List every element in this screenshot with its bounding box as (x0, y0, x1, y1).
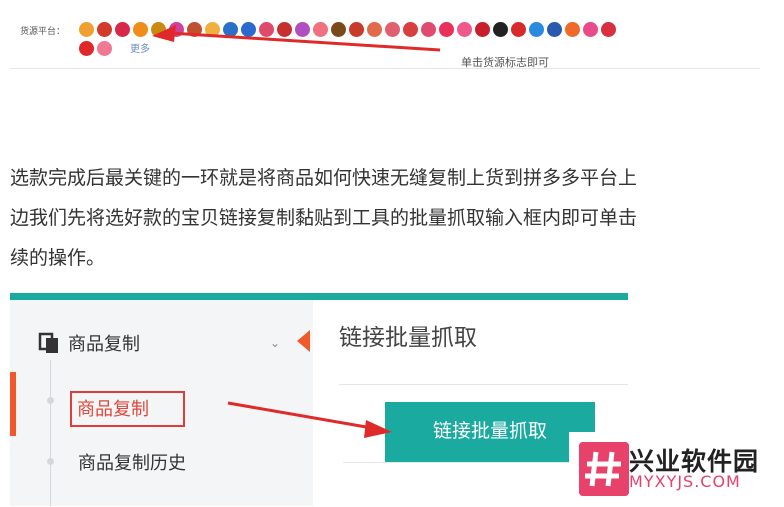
sidebar-item-copy-history[interactable]: 商品复制历史 (78, 449, 186, 475)
sidebar: 商品复制 ⌄ 商品复制 商品复制历史 (10, 300, 313, 506)
header-bar (10, 293, 628, 300)
paragraph-line-1: 选款完成后最关键的一环就是将商品如何快速无缝复制上货到拼多多平台上 (10, 167, 638, 189)
tree-dot (47, 458, 54, 465)
taobao-t-icon[interactable] (97, 22, 112, 37)
red-b-icon[interactable] (511, 22, 526, 37)
pink-circle-icon[interactable] (97, 41, 112, 56)
divider (10, 68, 760, 69)
wholesale-icon[interactable] (277, 22, 292, 37)
active-indicator (10, 372, 16, 436)
coffee-icon[interactable] (331, 22, 346, 37)
jd-icon[interactable] (133, 22, 148, 37)
dark-red-icon[interactable] (475, 22, 490, 37)
orange-icon[interactable] (565, 22, 580, 37)
sidebar-item-product-copy[interactable]: 商品复制 (70, 391, 185, 427)
sidebar-item-label: 商品复制 (77, 399, 149, 420)
divider (339, 384, 628, 385)
source-icon-row-2 (79, 41, 112, 61)
page-title: 链接批量抓取 (339, 325, 477, 351)
dangdang-icon[interactable] (169, 22, 184, 37)
flower-icon[interactable] (457, 22, 472, 37)
vip-icon[interactable] (115, 22, 130, 37)
source-label: 货源平台： (20, 27, 66, 37)
tree-line (50, 360, 51, 506)
blue-icon[interactable] (529, 22, 544, 37)
chevron-down-icon[interactable]: ⌄ (270, 336, 280, 350)
red-icon[interactable] (601, 22, 616, 37)
sidebar-menu-label: 商品复制 (68, 334, 140, 355)
hash-logo-icon (579, 442, 629, 496)
tmall-icon[interactable] (79, 22, 94, 37)
cart-icon[interactable] (385, 22, 400, 37)
suning-icon[interactable] (151, 22, 166, 37)
mall-icon[interactable] (349, 22, 364, 37)
store-17-icon[interactable] (187, 22, 202, 37)
black-icon[interactable] (493, 22, 508, 37)
paragraph-line-3: 续的操作。 (10, 247, 106, 269)
sidebar-menu-product-copy[interactable]: 商品复制 (38, 330, 140, 356)
tree-dot (47, 397, 54, 404)
watermark: 兴业软件园 MYXYJS.COM (569, 432, 784, 506)
source-icon-row-1 (79, 22, 616, 42)
source-strip: 货源平台： 更多 单击货源标志即可 (0, 0, 784, 70)
heart-icon[interactable] (439, 22, 454, 37)
yhd-icon[interactable] (313, 22, 328, 37)
collapse-arrow-icon[interactable] (297, 330, 310, 352)
red-circle-icon[interactable] (79, 41, 94, 56)
red-mall-icon[interactable] (403, 22, 418, 37)
embedded-screenshot: 商品复制 ⌄ 商品复制 商品复制历史 链接批量抓取 链接批量抓取 (10, 293, 628, 507)
navy-icon[interactable] (547, 22, 562, 37)
pink-icon[interactable] (583, 22, 598, 37)
copy-document-icon (38, 332, 58, 353)
mogu-icon[interactable] (205, 22, 220, 37)
watermark-url: MYXYJS.COM (629, 472, 741, 491)
amazon-icon[interactable] (223, 22, 238, 37)
orange-mall-icon[interactable] (367, 22, 382, 37)
e-icon[interactable] (295, 22, 310, 37)
more-link[interactable]: 更多 (130, 40, 150, 55)
pink-mall-icon[interactable] (421, 22, 436, 37)
gome-icon[interactable] (241, 22, 256, 37)
article-paragraph: 选款完成后最关键的一环就是将商品如何快速无缝复制上货到拼多多平台上 边我们先将选… (10, 158, 784, 278)
paragraph-line-2: 边我们先将选好款的宝贝链接复制黏贴到工具的批量抓取输入框内即可单击 (10, 207, 638, 229)
meili-icon[interactable] (259, 22, 274, 37)
